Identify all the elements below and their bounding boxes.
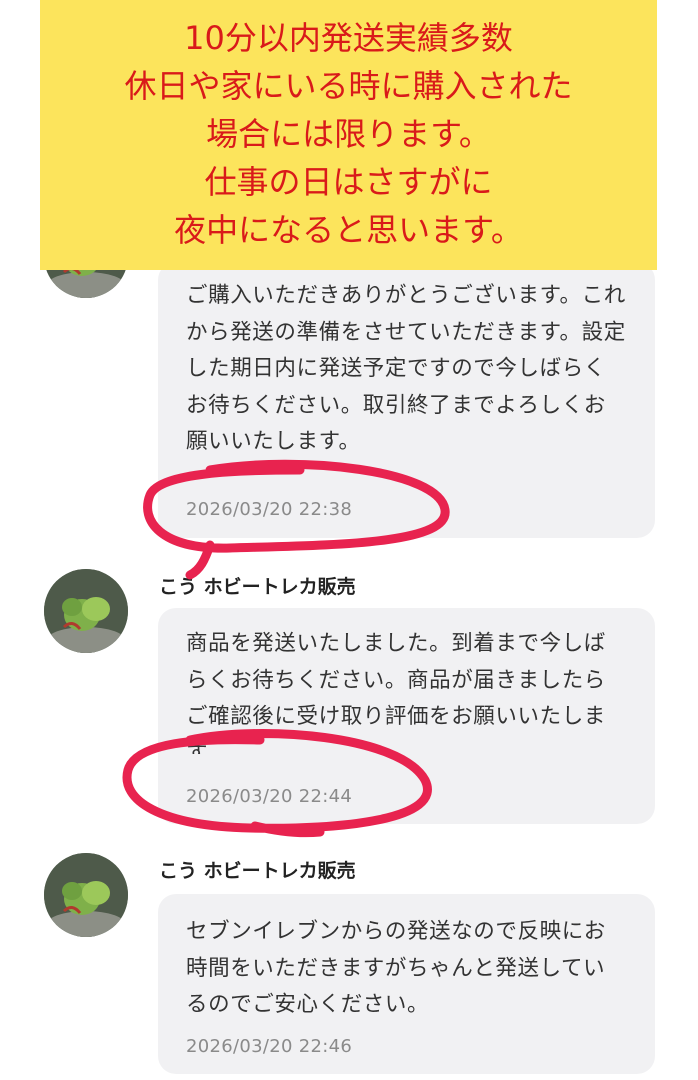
message-bubble: 商品を発送いたしました。到着まで今しばらくお待ちください。商品が届きましたらご確… [158, 608, 655, 824]
message-bubble: ご購入いただきありがとうございます。これから発送の準備をさせていただきます。設定… [158, 262, 655, 538]
avatar[interactable] [44, 569, 128, 653]
avatar-plant-image [44, 853, 128, 937]
banner-line: 夜中になると思います。 [174, 211, 523, 249]
notice-banner: 10分以内発送実績多数 休日や家にいる時に購入された 場合には限ります。 仕事の… [40, 0, 657, 270]
message-bubble: セブンイレブンからの発送なので反映にお時間をいただきますがちゃんと発送しているの… [158, 894, 655, 1074]
banner-line: 10分以内発送実績多数 [184, 19, 513, 57]
banner-line: 仕事の日はさすがに [204, 163, 493, 201]
banner-line: 休日や家にいる時に購入された [124, 67, 573, 105]
sender-name[interactable]: こう ホビートレカ販売 [159, 856, 356, 883]
message-text: ご購入いただきありがとうございます。これから発送の準備をさせていただきます。設定… [186, 283, 626, 454]
sender-name[interactable]: こう ホビートレカ販売 [159, 572, 356, 599]
banner-line: 場合には限ります。 [206, 115, 491, 153]
avatar[interactable] [44, 853, 128, 937]
message-text: セブンイレブンからの発送なので反映にお時間をいただきますがちゃんと発送しているの… [186, 919, 606, 1017]
message-timestamp: 2026/03/20 22:46 [186, 1036, 353, 1057]
avatar-plant-image [44, 569, 128, 653]
message-timestamp: 2026/03/20 22:38 [186, 499, 353, 520]
message-text: 商品を発送いたしました。到着まで今しばらくお待ちください。商品が届きましたらご確… [186, 631, 606, 754]
message-timestamp: 2026/03/20 22:44 [186, 786, 353, 807]
